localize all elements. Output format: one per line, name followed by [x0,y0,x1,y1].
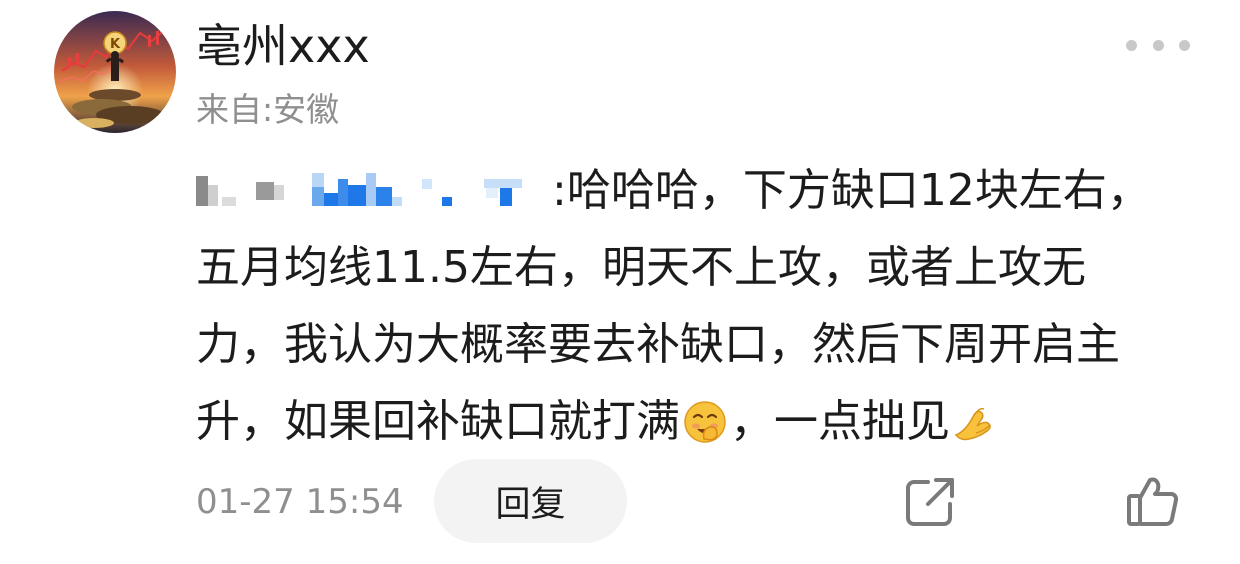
timestamp: 01-27 15:54 [196,482,404,522]
share-icon[interactable] [902,474,958,530]
pinched-hands-emoji-icon [954,407,991,440]
location-label: 来自:安徽 [196,90,340,129]
comment-text: 升，如果回补缺口就打满 [196,396,680,447]
more-dots-icon [1126,39,1137,51]
more-button[interactable] [1126,30,1190,60]
more-dots-icon [1152,39,1164,51]
username[interactable]: 亳州xxx [196,16,370,76]
mention-separator: : [552,165,567,216]
comment-text: ，一点拙见 [730,396,950,447]
comment-line-2: 五月均线11.5左右，明天不上攻，或者上攻无 [196,229,1196,306]
comment-text: 哈哈哈，下方缺口12块左右， [566,165,1151,216]
comment-body: : 哈哈哈，下方缺口12块左右， 五月均线11.5左右，明天不上攻，或者上攻无 … [196,152,1196,460]
comment-line-4: 升，如果回补缺口就打满 ，一点拙见 [196,383,1196,460]
thumbs-up-icon[interactable] [1124,472,1182,530]
svg-text:K: K [110,37,121,52]
comment-line-3: 力，我认为大概率要去补缺口，然后下周开启主 [196,306,1196,383]
comment-text: 力，我认为大概率要去补缺口，然后下周开启主 [196,319,1120,370]
comment-line-1: : 哈哈哈，下方缺口12块左右， [196,152,1196,229]
avatar[interactable]: K [54,11,176,133]
comment-text: 五月均线11.5左右，明天不上攻，或者上攻无 [196,242,1086,293]
pixelated-mention-icon[interactable] [196,167,548,215]
reply-button[interactable]: 回复 [434,459,627,543]
smirk-face-emoji-icon [684,400,726,443]
avatar-k-figure-icon: K [54,11,176,133]
more-dots-icon [1179,39,1190,51]
